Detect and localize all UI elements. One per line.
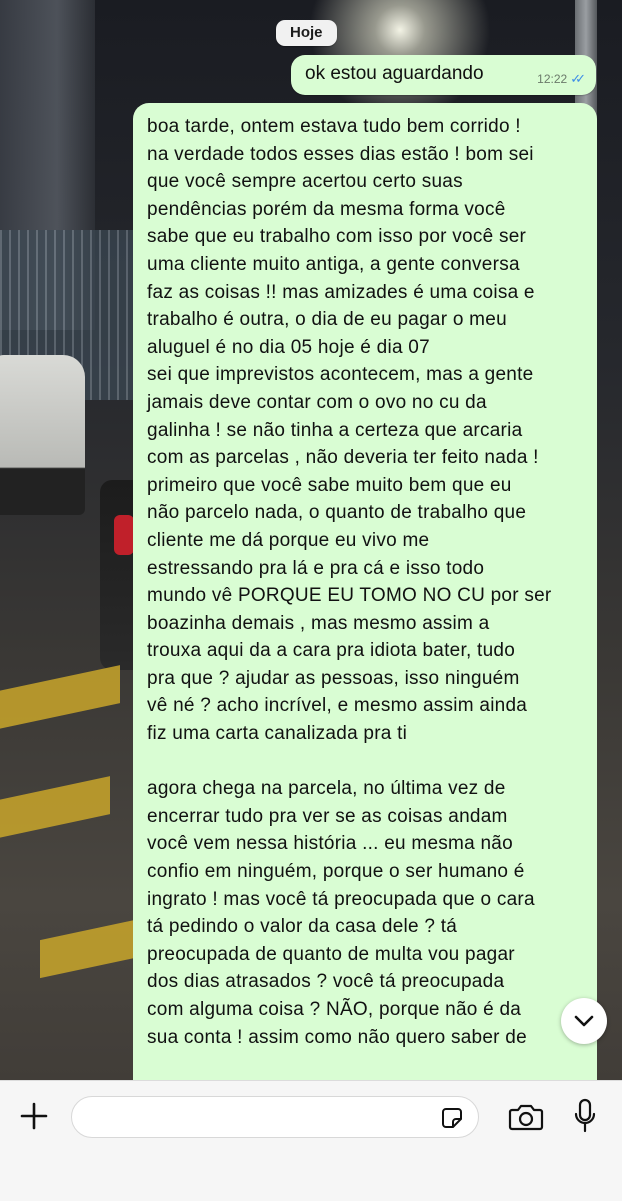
sticker-icon[interactable] xyxy=(440,1106,464,1130)
message-time: 12:22 xyxy=(537,72,568,86)
message-text: boa tarde, ontem estava tudo bem corrido… xyxy=(147,116,552,1048)
message-meta: 12:22 ✓✓ xyxy=(537,71,586,87)
composer-bar xyxy=(0,1080,622,1201)
date-separator: Hoje xyxy=(276,20,337,46)
wallpaper-road-stripe xyxy=(40,919,135,979)
plus-icon xyxy=(20,1102,48,1130)
wallpaper-road-stripe xyxy=(0,665,120,733)
chevron-down-icon xyxy=(574,1015,594,1027)
camera-button[interactable] xyxy=(505,1097,547,1137)
scroll-to-bottom-button[interactable] xyxy=(561,998,607,1044)
incoming-message[interactable]: boa tarde, ontem estava tudo bem corrido… xyxy=(133,103,597,1113)
message-text: ok estou aguardando xyxy=(305,63,484,84)
camera-icon xyxy=(508,1104,544,1131)
outgoing-message[interactable]: ok estou aguardando 12:22 ✓✓ xyxy=(291,55,596,95)
wallpaper-road-stripe xyxy=(0,776,110,842)
double-check-icon: ✓✓ xyxy=(570,71,586,86)
microphone-icon xyxy=(574,1098,596,1133)
microphone-button[interactable] xyxy=(570,1095,600,1137)
wallpaper-van xyxy=(0,355,85,515)
message-input[interactable] xyxy=(71,1096,479,1138)
attach-button[interactable] xyxy=(16,1098,52,1134)
